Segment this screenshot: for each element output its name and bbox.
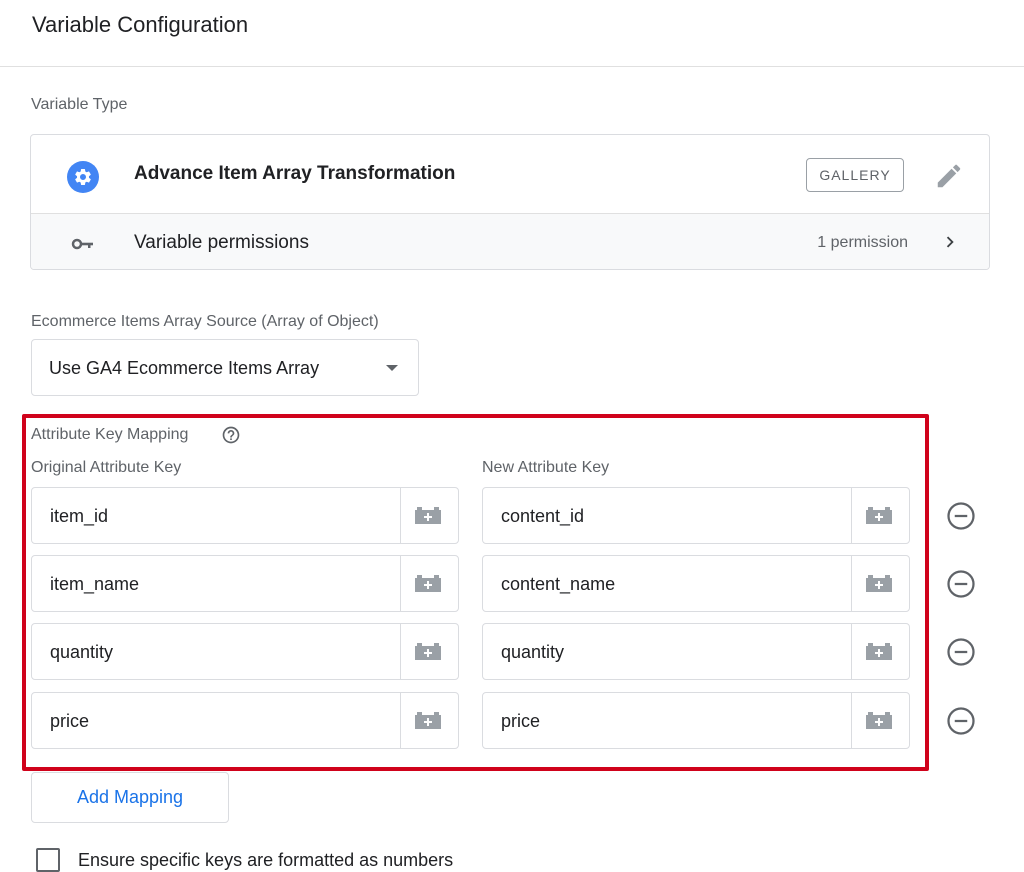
variable-picker-icon[interactable] (412, 641, 444, 663)
new-key-field[interactable]: content_id (482, 487, 910, 544)
permissions-count: 1 permission (817, 234, 908, 251)
original-key-value: item_name (50, 574, 140, 594)
chevron-right-icon[interactable] (939, 231, 961, 253)
variable-picker-icon[interactable] (863, 573, 895, 595)
items-source-label: Ecommerce Items Array Source (Array of O… (31, 313, 379, 330)
original-key-field[interactable]: item_id (31, 487, 459, 544)
pencil-icon[interactable] (934, 161, 964, 191)
new-key-value: content_id (501, 506, 585, 526)
variable-picker-icon[interactable] (863, 641, 895, 663)
caret-down-icon (386, 365, 398, 371)
original-key-value: quantity (50, 642, 114, 662)
header-divider (0, 66, 1024, 67)
remove-circle-icon[interactable] (946, 637, 976, 667)
field-separator (851, 693, 852, 748)
variable-picker-icon[interactable] (412, 505, 444, 527)
remove-circle-icon[interactable] (946, 706, 976, 736)
field-separator (400, 624, 401, 679)
field-separator (851, 556, 852, 611)
new-key-field[interactable]: quantity (482, 623, 910, 680)
original-key-value: item_id (50, 506, 109, 526)
new-key-value: price (501, 711, 541, 731)
field-separator (400, 693, 401, 748)
variable-picker-icon[interactable] (412, 573, 444, 595)
original-key-field[interactable]: item_name (31, 555, 459, 612)
new-key-value: content_name (501, 574, 616, 594)
add-mapping-button[interactable]: Add Mapping (31, 772, 229, 823)
gear-icon (67, 161, 99, 193)
field-separator (400, 488, 401, 543)
new-key-value: quantity (501, 642, 565, 662)
format-numbers-checkbox[interactable] (36, 848, 60, 872)
variable-type-card[interactable]: Advance Item Array Transformation GALLER… (30, 134, 990, 270)
variable-picker-icon[interactable] (863, 505, 895, 527)
field-separator (851, 488, 852, 543)
remove-circle-icon[interactable] (946, 569, 976, 599)
field-separator (851, 624, 852, 679)
field-separator (400, 556, 401, 611)
variable-picker-icon[interactable] (863, 710, 895, 732)
items-source-value: Use GA4 Ecommerce Items Array (49, 358, 320, 378)
page-title: Variable Configuration (32, 12, 249, 37)
variable-picker-icon[interactable] (412, 710, 444, 732)
help-icon[interactable] (221, 425, 241, 445)
variable-type-label: Variable Type (31, 96, 128, 113)
original-key-column-label: Original Attribute Key (31, 459, 182, 476)
variable-type-name: Advance Item Array Transformation (134, 163, 456, 184)
gallery-badge[interactable]: GALLERY (806, 158, 904, 192)
new-key-column-label: New Attribute Key (482, 459, 610, 476)
variable-permissions-row[interactable]: Variable permissions 1 permission (31, 213, 989, 269)
original-key-field[interactable]: price (31, 692, 459, 749)
remove-circle-icon[interactable] (946, 501, 976, 531)
original-key-field[interactable]: quantity (31, 623, 459, 680)
items-source-select[interactable]: Use GA4 Ecommerce Items Array (31, 339, 419, 396)
format-numbers-label: Ensure specific keys are formatted as nu… (78, 850, 454, 870)
original-key-value: price (50, 711, 90, 731)
key-icon (71, 238, 93, 250)
new-key-field[interactable]: price (482, 692, 910, 749)
attribute-key-mapping-label: Attribute Key Mapping (31, 426, 189, 443)
variable-type-row[interactable]: Advance Item Array Transformation GALLER… (31, 135, 989, 213)
permissions-label: Variable permissions (134, 232, 309, 253)
new-key-field[interactable]: content_name (482, 555, 910, 612)
